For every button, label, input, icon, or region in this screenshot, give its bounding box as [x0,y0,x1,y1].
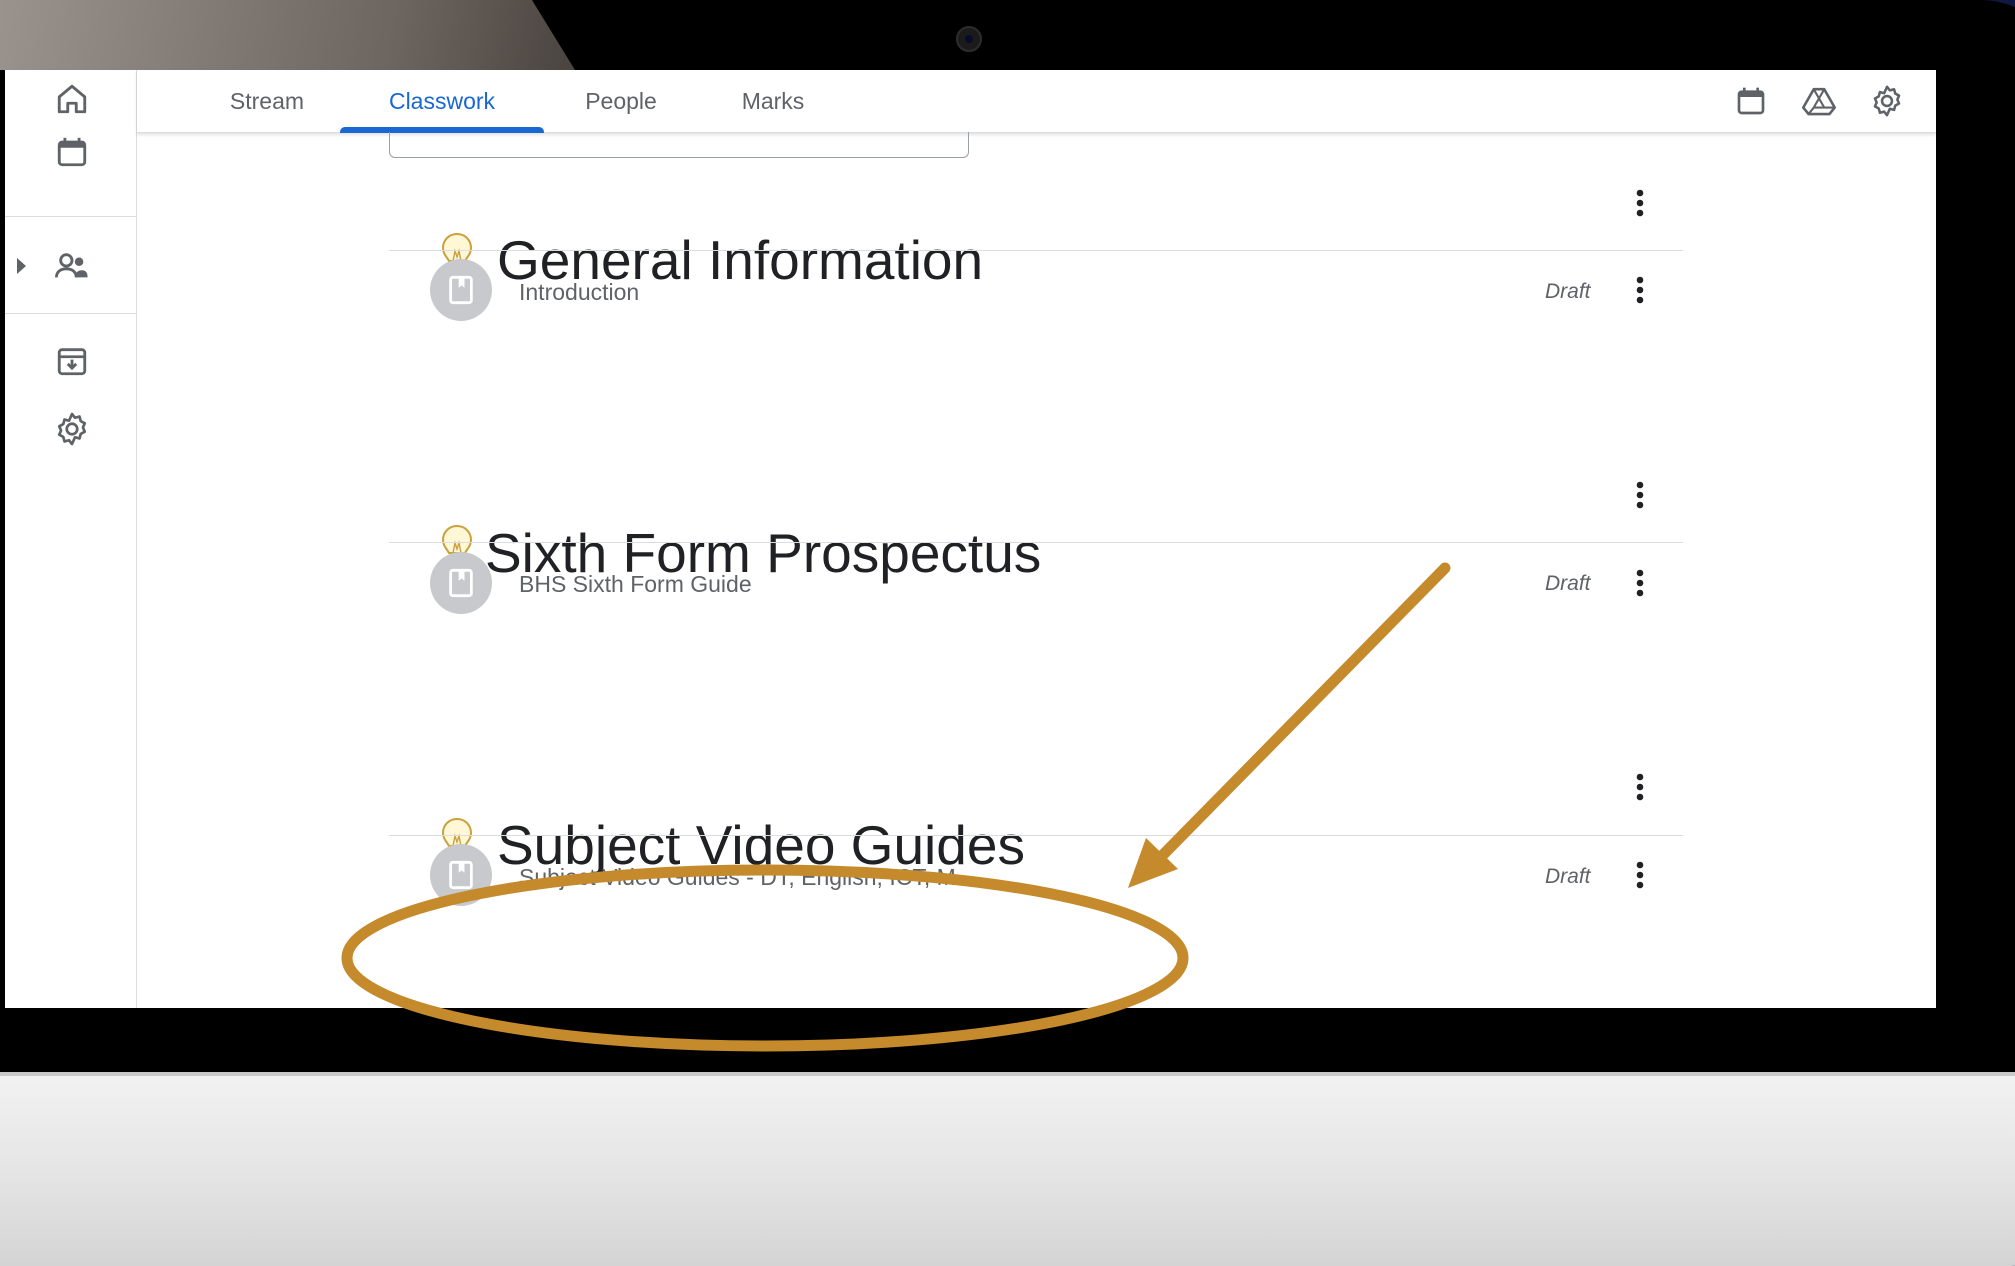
material-icon [430,844,492,906]
class-settings-button[interactable] [1864,78,1910,124]
nav-rail [5,70,137,1008]
tab-label: People [585,87,657,114]
calendar-icon [57,137,87,167]
people-icon [55,253,88,278]
material-title-link[interactable]: Introduction [519,279,639,306]
material-icon [430,259,492,321]
bezel-glare [0,0,575,70]
calendar-icon [1737,87,1765,115]
topic-filter-field[interactable] [389,132,969,158]
item-menu-button[interactable] [1618,561,1662,605]
webcam [956,26,982,52]
topic-menu-button[interactable] [1618,473,1662,517]
settings-button[interactable] [43,400,101,458]
status-badge: Draft [1545,865,1591,888]
settings-icon [1873,85,1901,117]
tab-label: Stream [229,87,305,114]
more-vert-icon [1636,189,1644,217]
item-menu-button[interactable] [1618,853,1662,897]
more-vert-icon [1636,569,1644,597]
class-drive-folder-button[interactable] [1796,78,1842,124]
more-vert-icon [1636,276,1644,304]
status-badge: Draft [1545,572,1591,595]
tab-classwork[interactable]: Classwork [340,70,544,132]
topic-menu-button[interactable] [1618,181,1662,225]
tab-people[interactable]: People [551,70,691,132]
status-badge: Draft [1545,280,1591,303]
tab-stream[interactable]: Stream [197,70,337,132]
archive-icon [57,348,87,376]
classroom-screen: Stream Classwork People Marks General In… [5,70,1936,1008]
rail-divider [5,216,136,217]
laptop-base [0,1072,2015,1266]
topic-divider [389,542,1683,543]
google-calendar-button[interactable] [1728,78,1774,124]
expand-caret-icon[interactable] [17,258,26,274]
tab-label: Classwork [388,87,496,114]
material-icon [430,552,492,614]
tab-marks[interactable]: Marks [703,70,843,132]
more-vert-icon [1636,861,1644,889]
settings-icon [57,412,87,446]
topic-divider [389,250,1683,251]
more-vert-icon [1636,481,1644,509]
topic-menu-button[interactable] [1618,765,1662,809]
more-vert-icon [1636,773,1644,801]
enrolled-classes-button[interactable] [43,237,101,295]
item-menu-button[interactable] [1618,268,1662,312]
home-button[interactable] [43,70,101,128]
archived-classes-button[interactable] [43,332,101,390]
tab-label: Marks [741,87,805,114]
drive-icon [1802,87,1836,116]
top-tab-bar: Stream Classwork People Marks [137,70,1936,133]
topic-divider [389,835,1683,836]
calendar-button[interactable] [43,123,101,181]
material-title-link[interactable]: Subject Video Guides - DT, English, ICT,… [519,864,975,891]
rail-divider [5,313,136,314]
home-icon [57,84,87,114]
material-title-link[interactable]: BHS Sixth Form Guide [519,571,752,598]
